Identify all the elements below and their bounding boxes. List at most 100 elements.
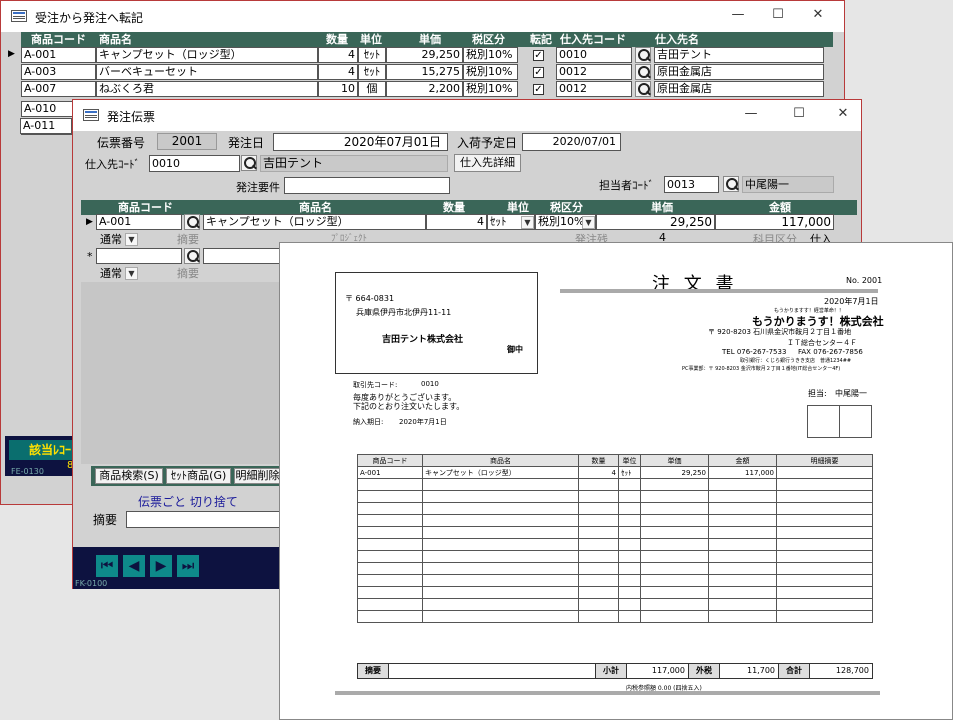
product-search-button[interactable]: 商品検索(S) (95, 468, 163, 484)
access-form-icon (83, 109, 99, 121)
close-button[interactable]: ✕ (832, 104, 854, 124)
set-product-button[interactable]: ｾｯﾄ商品(G) (166, 468, 231, 484)
line-price[interactable]: 29,250 (596, 214, 715, 230)
row-tax[interactable]: 税別10% (463, 47, 518, 63)
line-qty[interactable]: 4 (426, 214, 487, 230)
row-name[interactable]: キャンプセット（ロッジ型） (96, 47, 318, 63)
row-supplier[interactable]: 原田金属店 (654, 64, 824, 80)
line-name[interactable]: キャンプセット（ロッジ型） (203, 214, 426, 230)
row-code[interactable]: A-011 (20, 118, 72, 134)
order-empty-cell (578, 550, 619, 563)
line-code[interactable]: A-001 (96, 214, 182, 230)
row-tax[interactable]: 税別10% (463, 64, 518, 80)
rounding-label: 伝票ごと 切り捨て (138, 495, 238, 509)
order-requirement-label: 発注要件 (236, 181, 280, 194)
supplier-code-field[interactable]: 0010 (149, 155, 240, 172)
supplier-detail-button[interactable]: 仕入先詳細 (454, 154, 521, 172)
arrival-date-field[interactable]: 2020/07/01 (522, 133, 621, 151)
chevron-down-icon[interactable]: ▼ (521, 216, 534, 229)
order-empty-cell (578, 490, 619, 503)
row-price[interactable]: 2,200 (386, 81, 463, 97)
totals-row: 摘要 小計 117,000 外税 11,700 合計 128,700 (357, 663, 873, 679)
row-qty[interactable]: 10 (318, 81, 358, 97)
form-id: FE-0130 (11, 467, 44, 476)
order-empty-cell (357, 598, 423, 611)
first-record-icon[interactable]: ⏮ (96, 555, 118, 577)
new-line-code[interactable] (96, 248, 182, 264)
order-date-field[interactable]: 2020年07月01日 (273, 133, 448, 151)
order-empty-cell (357, 478, 423, 491)
row-unit[interactable]: ｾｯﾄ (358, 47, 386, 63)
minimize-button[interactable]: — (727, 5, 749, 25)
chevron-down-icon[interactable]: ▼ (125, 233, 138, 246)
order-col-price: 単価 (640, 454, 709, 467)
maximize-button[interactable]: ☐ (767, 5, 789, 25)
row-supplier[interactable]: 吉田テント (654, 47, 824, 63)
row-supplier-code[interactable]: 0012 (556, 64, 632, 80)
recipient-address: 兵庫県伊丹市北伊丹11-11 (356, 308, 452, 317)
row-supplier-code[interactable]: 0012 (556, 81, 632, 97)
order-empty-cell (422, 514, 579, 527)
row-supplier-code[interactable]: 0010 (556, 47, 632, 63)
search-icon[interactable] (723, 176, 739, 192)
staff-code-field[interactable]: 0013 (664, 176, 719, 193)
row-unit[interactable]: 個 (358, 81, 386, 97)
record-selector-icon[interactable]: ▶ (8, 49, 15, 59)
detail-empty-area (81, 282, 281, 464)
new-line-name[interactable] (203, 248, 280, 264)
maximize-button[interactable]: ☐ (788, 104, 810, 124)
close-button[interactable]: ✕ (807, 5, 829, 25)
transfer-checkbox[interactable]: ✓ (533, 84, 544, 95)
delivery-date: 2020年7月1日 (399, 418, 447, 426)
order-empty-cell (578, 526, 619, 539)
next-record-icon[interactable]: ▶ (150, 555, 172, 577)
delete-line-button[interactable]: 明細削除 (234, 468, 281, 484)
row-code[interactable]: A-003 (21, 64, 96, 80)
line-type[interactable]: 通常 (100, 265, 122, 281)
line-type[interactable]: 通常 (100, 231, 122, 247)
search-icon[interactable] (241, 155, 257, 171)
transfer-checkbox[interactable]: ✓ (533, 67, 544, 78)
row-price[interactable]: 15,275 (386, 64, 463, 80)
col-unit: 単位 (360, 33, 382, 46)
order-table-empty-row (357, 490, 873, 503)
row-supplier[interactable]: 原田金属店 (654, 81, 824, 97)
order-requirement-field[interactable] (284, 177, 450, 194)
row-code[interactable]: A-001 (21, 47, 96, 63)
client-code-label: 取引先コード: (353, 381, 398, 389)
col-transfer: 転記 (530, 33, 552, 46)
last-record-icon[interactable]: ⏭ (177, 555, 199, 577)
client-code: 0010 (421, 380, 439, 388)
row-code[interactable]: A-007 (21, 81, 96, 97)
order-empty-cell (708, 586, 777, 599)
search-icon[interactable] (635, 64, 651, 80)
order-empty-cell (578, 562, 619, 575)
order-empty-cell (708, 574, 777, 587)
search-icon[interactable] (635, 81, 651, 97)
order-empty-cell (776, 526, 873, 539)
row-code[interactable]: A-010 (21, 101, 73, 117)
row-name[interactable]: バーベキューセット (96, 64, 318, 80)
col-unit: 単位 (507, 201, 529, 214)
record-selector-icon[interactable]: ▶ (86, 217, 93, 227)
stamp-box (807, 405, 872, 438)
row-price[interactable]: 29,250 (386, 47, 463, 63)
row-tax[interactable]: 税別10% (463, 81, 518, 97)
minimize-button[interactable]: — (740, 104, 762, 124)
row-name[interactable]: ねぶくろ君 (96, 81, 318, 97)
col-qty: 数量 (443, 201, 465, 214)
transfer-checkbox[interactable]: ✓ (533, 50, 544, 61)
row-qty[interactable]: 4 (318, 64, 358, 80)
search-icon[interactable] (184, 214, 200, 230)
row-qty[interactable]: 4 (318, 47, 358, 63)
row-unit[interactable]: ｾｯﾄ (358, 64, 386, 80)
memo-label: 摘要 (177, 267, 199, 280)
search-icon[interactable] (184, 248, 200, 264)
chevron-down-icon[interactable]: ▼ (582, 216, 595, 229)
line-amount[interactable]: 117,000 (715, 214, 834, 230)
order-empty-cell (578, 538, 619, 551)
chevron-down-icon[interactable]: ▼ (125, 267, 138, 280)
search-icon[interactable] (635, 47, 651, 63)
prev-record-icon[interactable]: ◀ (123, 555, 145, 577)
memo-field[interactable] (126, 511, 280, 528)
